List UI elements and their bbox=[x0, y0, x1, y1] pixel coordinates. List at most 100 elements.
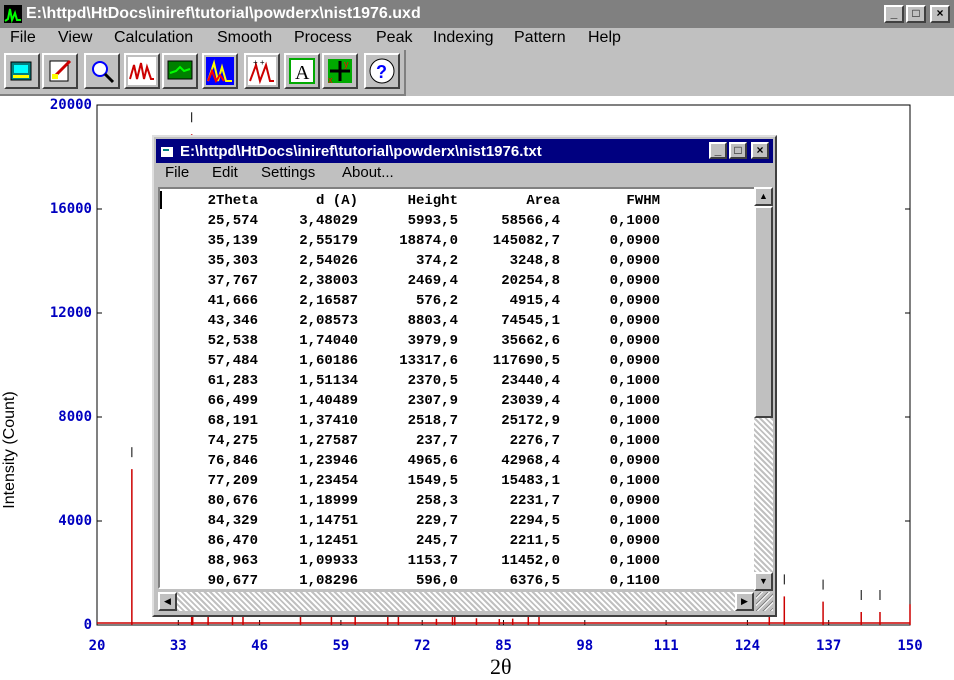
maximize-button[interactable]: □ bbox=[906, 5, 926, 23]
child-minimize-button[interactable]: _ bbox=[709, 142, 727, 159]
table-row: 80,676 1,18999 258,3 2231,7 0,0900 bbox=[162, 491, 702, 511]
table-cell: 0,0900 bbox=[609, 233, 660, 249]
menu-peak[interactable]: Peak bbox=[376, 29, 412, 47]
peak-search-button[interactable] bbox=[124, 53, 160, 89]
svg-text:+ +: + + bbox=[253, 58, 265, 67]
vertical-scroll-track[interactable] bbox=[754, 418, 773, 572]
scroll-up-button[interactable]: ▲ bbox=[754, 187, 773, 206]
x-tick-label: 111 bbox=[653, 638, 679, 654]
pattern-compare-button[interactable] bbox=[202, 53, 238, 89]
indexing-icon: + + bbox=[248, 57, 276, 85]
cursor-cross-button[interactable]: yx bbox=[322, 53, 358, 89]
table-row: 43,346 2,08573 8803,4 74545,1 0,0900 bbox=[162, 311, 702, 331]
table-row: 84,329 1,14751 229,7 2294,5 0,1000 bbox=[162, 511, 702, 531]
child-title-bar[interactable]: E:\httpd\HtDocs\iniref\tutorial\powderx\… bbox=[156, 139, 773, 163]
child-maximize-button[interactable]: □ bbox=[729, 142, 747, 159]
arrow-up-icon: ▲ bbox=[759, 191, 768, 201]
main-title-bar[interactable]: E:\httpd\HtDocs\iniref\tutorial\powderx\… bbox=[0, 0, 954, 28]
scroll-down-button[interactable]: ▼ bbox=[754, 572, 773, 591]
help-button[interactable]: ? bbox=[364, 53, 400, 89]
text-button[interactable]: A bbox=[284, 53, 320, 89]
horizontal-scroll-track[interactable] bbox=[177, 592, 735, 611]
x-tick-label: 20 bbox=[88, 638, 106, 654]
minimize-button[interactable]: _ bbox=[884, 5, 904, 23]
child-close-button[interactable]: × bbox=[751, 142, 769, 159]
menu-process[interactable]: Process bbox=[294, 29, 352, 47]
table-row: 35,303 2,54026 374,2 3248,8 0,0900 bbox=[162, 251, 702, 271]
menu-file[interactable]: File bbox=[10, 29, 36, 47]
table-cell: 0,1000 bbox=[609, 473, 660, 489]
vertical-scroll-thumb[interactable] bbox=[754, 206, 773, 418]
size-grip[interactable] bbox=[756, 592, 773, 611]
menu-help[interactable]: Help bbox=[588, 29, 621, 47]
menu-pattern[interactable]: Pattern bbox=[514, 29, 566, 47]
x-tick-label: 85 bbox=[495, 638, 512, 654]
x-tick-label: 150 bbox=[897, 638, 923, 654]
table-row: 86,470 1,12451 245,7 2211,5 0,0900 bbox=[162, 531, 702, 551]
table-row: 77,209 1,23454 1549,5 15483,1 0,1000 bbox=[162, 471, 702, 491]
x-tick-label: 46 bbox=[251, 638, 269, 654]
menu-view[interactable]: View bbox=[58, 29, 92, 47]
child-menu-edit[interactable]: Edit bbox=[212, 164, 238, 181]
y-axis-label: Intensity (Count) bbox=[1, 391, 18, 509]
child-menu-settings[interactable]: Settings bbox=[261, 164, 315, 181]
vertical-scrollbar[interactable]: ▲ ▼ bbox=[754, 187, 773, 591]
peak-list-text[interactable]: 2Theta d (A) Height Area FWHM 25,574 3,48029 59… bbox=[158, 187, 756, 589]
table-row: 52,538 1,74040 3979,9 35662,6 0,0900 bbox=[162, 331, 702, 351]
arrow-left-icon: ◀ bbox=[164, 596, 171, 606]
table-row: 74,275 1,27587 237,7 2276,7 0,1000 bbox=[162, 431, 702, 451]
maximize-icon: □ bbox=[734, 143, 742, 157]
child-window-title: E:\httpd\HtDocs\iniref\tutorial\powderx\… bbox=[180, 143, 542, 160]
close-icon: × bbox=[936, 6, 944, 20]
close-icon: × bbox=[756, 143, 764, 157]
table-row: 88,963 1,09933 1153,7 11452,0 0,1000 bbox=[162, 551, 702, 571]
menu-smooth[interactable]: Smooth bbox=[217, 29, 272, 47]
child-menu-file[interactable]: File bbox=[165, 164, 189, 181]
peak-list-window[interactable]: E:\httpd\HtDocs\iniref\tutorial\powderx\… bbox=[152, 135, 777, 617]
menu-indexing[interactable]: Indexing bbox=[433, 29, 494, 47]
background-button[interactable] bbox=[162, 53, 198, 89]
table-cell: 0,0900 bbox=[609, 453, 660, 469]
table-cell: 0,1000 bbox=[609, 393, 660, 409]
scroll-left-button[interactable]: ◀ bbox=[158, 592, 177, 611]
close-button[interactable]: × bbox=[930, 5, 950, 23]
table-cell: 0,0900 bbox=[609, 253, 660, 269]
child-menu-bar: File Edit Settings About... bbox=[156, 163, 773, 185]
indexing-button[interactable]: + + bbox=[244, 53, 280, 89]
menu-bar: File View Calculation Smooth Process Pea… bbox=[0, 28, 954, 50]
table-row: 76,846 1,23946 4965,6 42968,4 0,0900 bbox=[162, 451, 702, 471]
peak-search-icon bbox=[128, 57, 156, 85]
table-cell: 0,1000 bbox=[609, 433, 660, 449]
y-tick-label: 4000 bbox=[58, 513, 92, 529]
y-tick-label: 8000 bbox=[58, 409, 92, 425]
app-icon[interactable] bbox=[4, 5, 22, 24]
column-header: FWHM bbox=[626, 193, 660, 209]
edit-icon bbox=[49, 59, 72, 82]
x-tick-label: 137 bbox=[816, 638, 842, 654]
x-axis-label: 2θ bbox=[490, 654, 512, 679]
table-row: 37,767 2,38003 2469,4 20254,8 0,0900 bbox=[162, 271, 702, 291]
toolbar: + + A yx ? bbox=[0, 50, 406, 96]
menu-calculation[interactable]: Calculation bbox=[114, 29, 193, 47]
table-row: 90,677 1,08296 596,0 6376,5 0,1100 bbox=[162, 571, 702, 587]
x-tick-label: 124 bbox=[734, 638, 761, 654]
minimize-icon: _ bbox=[714, 143, 722, 157]
table-cell: 0,1000 bbox=[609, 513, 660, 529]
edit-button[interactable] bbox=[42, 53, 78, 89]
open-file-icon bbox=[10, 61, 32, 81]
child-menu-about[interactable]: About... bbox=[342, 164, 394, 181]
y-tick-label: 16000 bbox=[49, 201, 92, 217]
table-header: 2Theta d (A) Height Area FWHM bbox=[162, 191, 702, 211]
horizontal-scrollbar[interactable]: ◀ ▶ bbox=[158, 592, 754, 611]
scroll-right-button[interactable]: ▶ bbox=[735, 592, 754, 611]
table-cell: 0,0900 bbox=[609, 333, 660, 349]
table-row: 66,499 1,40489 2307,9 23039,4 0,1000 bbox=[162, 391, 702, 411]
peak-table: 2Theta d (A) Height Area FWHM 25,574 3,48029 59… bbox=[162, 191, 702, 587]
cursor-cross-icon: yx bbox=[328, 59, 352, 85]
y-tick-label: 12000 bbox=[49, 305, 92, 321]
table-cell: 0,1000 bbox=[609, 553, 660, 569]
open-file-button[interactable] bbox=[4, 53, 40, 89]
zoom-button[interactable] bbox=[84, 53, 120, 89]
text-document-icon bbox=[161, 147, 173, 157]
help-icon: ? bbox=[369, 58, 395, 84]
